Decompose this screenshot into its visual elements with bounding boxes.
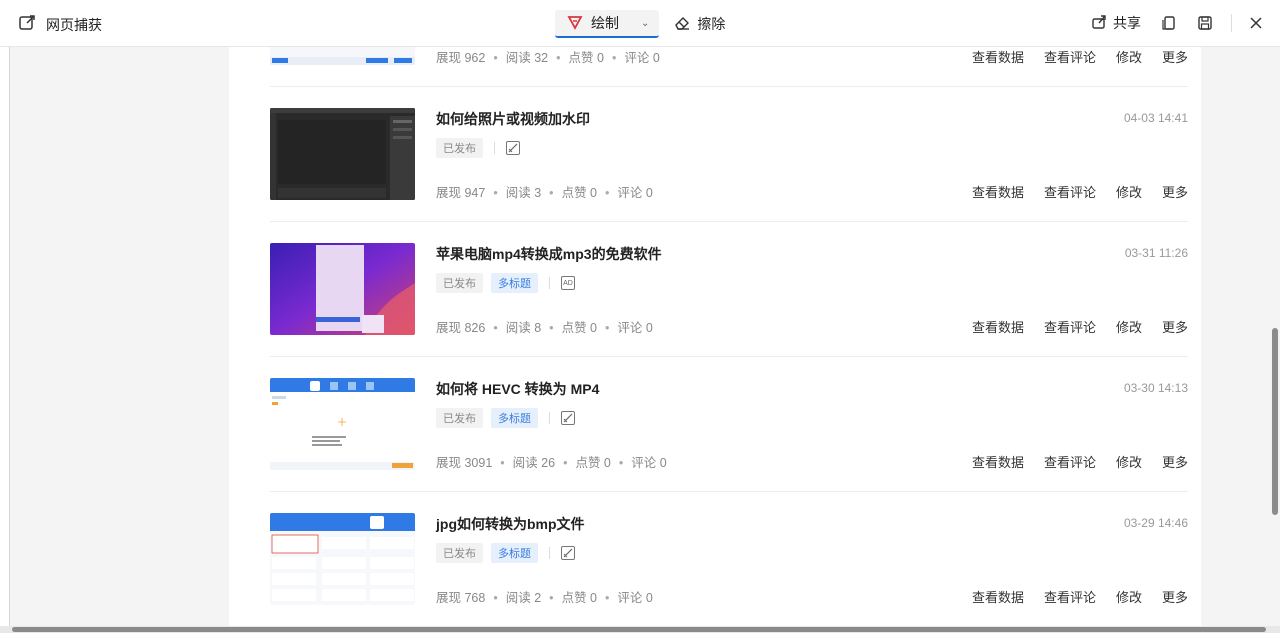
more-link[interactable]: 更多: [1162, 47, 1188, 66]
erase-button[interactable]: 擦除: [673, 14, 725, 34]
view-comments-link[interactable]: 查看评论: [1044, 182, 1096, 201]
article-row: 如何给照片或视频加水印 04-03 14:41 已发布 展现 947 • 阅读 3 •…: [270, 87, 1188, 222]
article-tags: 已发布 多标题: [436, 408, 575, 428]
multi-title-badge: 多标题: [491, 543, 538, 563]
article-actions: 查看数据 查看评论 修改 更多: [972, 452, 1188, 471]
view-comments-link[interactable]: 查看评论: [1044, 587, 1096, 606]
erase-label: 擦除: [697, 16, 726, 32]
view-data-link[interactable]: 查看数据: [972, 587, 1024, 606]
view-data-link[interactable]: 查看数据: [972, 317, 1024, 336]
tag-divider: [549, 412, 550, 424]
vertical-scrollbar[interactable]: [1270, 47, 1280, 627]
app-title-group: 网页捕获: [18, 14, 102, 35]
multi-title-badge: 多标题: [491, 408, 538, 428]
horizontal-scroll-thumb[interactable]: [12, 627, 1266, 632]
view-data-link[interactable]: 查看数据: [972, 47, 1024, 66]
view-comments-link[interactable]: 查看评论: [1044, 452, 1096, 471]
article-title[interactable]: 如何将 HEVC 转换为 MP4: [436, 379, 599, 399]
edit-link[interactable]: 修改: [1116, 587, 1142, 606]
draw-button[interactable]: 绘制 ⌄: [555, 10, 660, 38]
more-link[interactable]: 更多: [1162, 182, 1188, 201]
tool-group: 绘制 ⌄ 擦除: [555, 10, 725, 38]
ad-icon[interactable]: AD: [561, 276, 575, 290]
view-data-link[interactable]: 查看数据: [972, 452, 1024, 471]
share-label: 共享: [1113, 15, 1141, 31]
edit-link[interactable]: 修改: [1116, 47, 1142, 66]
copy-icon[interactable]: [1159, 13, 1179, 33]
capture-toolbar: 网页捕获 绘制 ⌄ 擦除 共享: [0, 0, 1280, 47]
status-badge: 已发布: [436, 273, 483, 293]
share-button[interactable]: 共享: [1091, 13, 1141, 33]
image-edit-icon[interactable]: [561, 411, 575, 425]
status-badge: 已发布: [436, 408, 483, 428]
article-stats: 展现 768 • 阅读 2 • 点赞 0 • 评论 0: [436, 591, 653, 605]
window-controls: 共享: [1091, 13, 1266, 33]
tag-divider: [494, 142, 495, 154]
more-link[interactable]: 更多: [1162, 587, 1188, 606]
article-stats: 展现 947 • 阅读 3 • 点赞 0 • 评论 0: [436, 186, 653, 200]
view-data-link[interactable]: 查看数据: [972, 182, 1024, 201]
status-badge: 已发布: [436, 543, 483, 563]
article-thumbnail[interactable]: [270, 378, 415, 470]
eraser-icon: [673, 15, 691, 34]
article-row: 展现 962 • 阅读 32 • 点赞 0 • 评论 0 查看数据 查看评论 修改 更多: [270, 47, 1188, 87]
article-tags: 已发布: [436, 138, 520, 158]
article-stats: 展现 962 • 阅读 32 • 点赞 0 • 评论 0: [436, 51, 660, 65]
edit-link[interactable]: 修改: [1116, 182, 1142, 201]
web-capture-icon: [18, 14, 36, 35]
image-edit-icon[interactable]: [506, 141, 520, 155]
tag-divider: [549, 277, 550, 289]
image-edit-icon[interactable]: [561, 546, 575, 560]
more-link[interactable]: 更多: [1162, 317, 1188, 336]
article-title[interactable]: 苹果电脑mp4转换成mp3的免费软件: [436, 244, 662, 264]
edit-link[interactable]: 修改: [1116, 452, 1142, 471]
article-row: 如何将 HEVC 转换为 MP4 03-30 14:13 已发布 多标题 展现 …: [270, 357, 1188, 492]
edit-link[interactable]: 修改: [1116, 317, 1142, 336]
article-date: 03-29 14:46: [1123, 516, 1188, 530]
article-stats: 展现 3091 • 阅读 26 • 点赞 0 • 评论 0: [436, 456, 667, 470]
article-date: 03-31 11:26: [1124, 246, 1188, 260]
save-icon[interactable]: [1195, 13, 1215, 33]
vertical-scroll-thumb[interactable]: [1272, 328, 1278, 515]
article-actions: 查看数据 查看评论 修改 更多: [972, 47, 1188, 66]
status-badge: 已发布: [436, 138, 483, 158]
article-date: 03-30 14:13: [1123, 381, 1188, 395]
multi-title-badge: 多标题: [491, 273, 538, 293]
article-tags: 已发布 多标题 AD: [436, 273, 575, 293]
article-list: 展现 962 • 阅读 32 • 点赞 0 • 评论 0 查看数据 查看评论 修改 更多 如…: [229, 47, 1201, 633]
article-actions: 查看数据 查看评论 修改 更多: [972, 317, 1188, 336]
left-panel-edge: [0, 47, 10, 633]
horizontal-scrollbar[interactable]: [0, 626, 1280, 633]
article-stats: 展现 826 • 阅读 8 • 点赞 0 • 评论 0: [436, 321, 653, 335]
article-thumbnail[interactable]: [270, 108, 415, 200]
view-comments-link[interactable]: 查看评论: [1044, 47, 1096, 66]
draw-label: 绘制: [591, 15, 619, 31]
view-comments-link[interactable]: 查看评论: [1044, 317, 1096, 336]
chevron-down-icon[interactable]: ⌄: [641, 18, 649, 29]
share-icon: [1091, 14, 1107, 33]
toolbar-divider: [1231, 14, 1232, 32]
article-row: 苹果电脑mp4转换成mp3的免费软件 03-31 11:26 已发布 多标题 A…: [270, 222, 1188, 357]
article-actions: 查看数据 查看评论 修改 更多: [972, 587, 1188, 606]
article-thumbnail[interactable]: [270, 47, 415, 65]
tag-divider: [549, 547, 550, 559]
article-actions: 查看数据 查看评论 修改 更多: [972, 182, 1188, 201]
app-title: 网页捕获: [46, 16, 102, 33]
pen-icon: [567, 14, 583, 33]
article-row: jpg如何转换为bmp文件 03-29 14:46 已发布 多标题 展现 768…: [270, 492, 1188, 627]
article-title[interactable]: jpg如何转换为bmp文件: [436, 514, 585, 534]
article-thumbnail[interactable]: [270, 513, 415, 605]
article-date: 04-03 14:41: [1123, 111, 1188, 125]
article-title[interactable]: 如何给照片或视频加水印: [436, 109, 590, 129]
close-icon[interactable]: [1246, 13, 1266, 33]
more-link[interactable]: 更多: [1162, 452, 1188, 471]
article-tags: 已发布 多标题: [436, 543, 575, 563]
article-thumbnail[interactable]: [270, 243, 415, 335]
